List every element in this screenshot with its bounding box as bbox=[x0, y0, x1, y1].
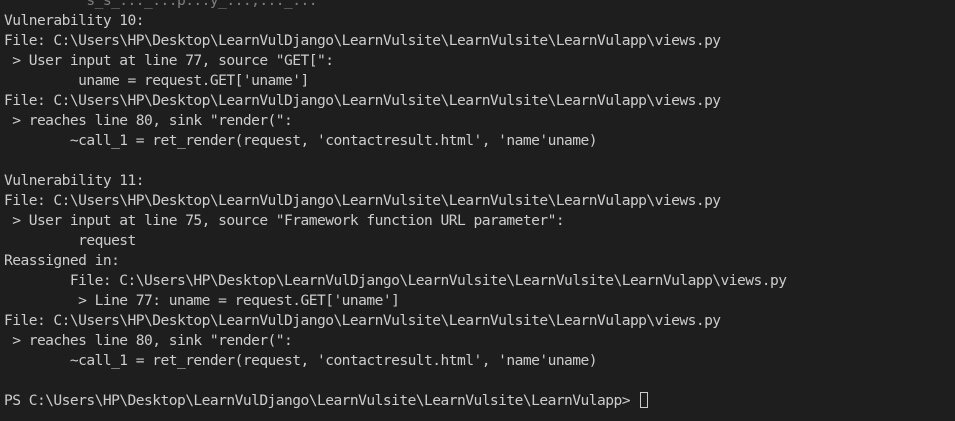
terminal-line: > User input at line 77, source "GET[": bbox=[4, 52, 334, 69]
terminal-cursor bbox=[640, 392, 649, 408]
terminal-prompt: PS C:\Users\HP\Desktop\LearnVulDjango\Le… bbox=[4, 392, 639, 409]
terminal-line: > reaches line 80, sink "render(": bbox=[4, 112, 293, 129]
terminal-line: Vulnerability 10: bbox=[4, 12, 145, 29]
terminal-line: > reaches line 80, sink "render(": bbox=[4, 332, 293, 349]
terminal-line: File: C:\Users\HP\Desktop\LearnVulDjango… bbox=[4, 272, 787, 289]
terminal-line: uname = request.GET['uname'] bbox=[4, 72, 309, 89]
terminal-output[interactable]: s_s_..._...p...y_...,..._... Vulnerabili… bbox=[0, 0, 955, 421]
terminal-line: > Line 77: uname = request.GET['uname'] bbox=[4, 292, 400, 309]
terminal-line: File: C:\Users\HP\Desktop\LearnVulDjango… bbox=[4, 312, 721, 329]
terminal-line: request bbox=[4, 232, 136, 249]
terminal-line: > User input at line 75, source "Framewo… bbox=[4, 212, 565, 229]
terminal-line: ~call_1 = ret_render(request, 'contactre… bbox=[4, 132, 598, 149]
terminal-line: ~call_1 = ret_render(request, 'contactre… bbox=[4, 352, 598, 369]
terminal-line: Vulnerability 11: bbox=[4, 172, 145, 189]
terminal-prompt-line[interactable]: PS C:\Users\HP\Desktop\LearnVulDjango\Le… bbox=[0, 391, 955, 411]
terminal-line: File: C:\Users\HP\Desktop\LearnVulDjango… bbox=[4, 32, 721, 49]
terminal-line: Reassigned in: bbox=[4, 252, 120, 269]
terminal-line: File: C:\Users\HP\Desktop\LearnVulDjango… bbox=[4, 92, 721, 109]
terminal-line: s_s_..._...p...y_...,..._... bbox=[4, 0, 317, 9]
terminal-line: File: C:\Users\HP\Desktop\LearnVulDjango… bbox=[4, 192, 721, 209]
